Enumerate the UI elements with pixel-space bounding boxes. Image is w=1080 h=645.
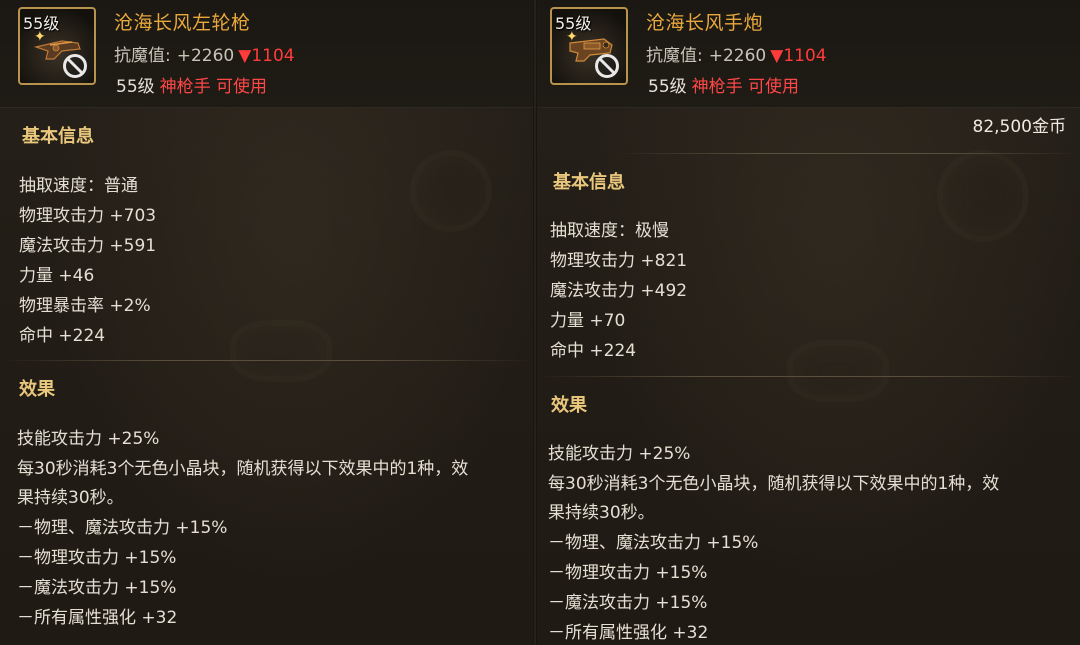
effect-line: 果持续30秒。 bbox=[548, 503, 655, 523]
stat-line: 力量 +70 bbox=[550, 311, 626, 331]
prohibited-icon bbox=[63, 54, 87, 78]
item-compare-view: ✦ 55级 沧海长风左轮枪 抗魔值: +2260 ▼1104 55级 神枪手 可使用 … bbox=[0, 0, 1080, 645]
prohibited-icon bbox=[595, 54, 619, 78]
item-icon-slot[interactable]: ✦ 55级 bbox=[18, 7, 96, 85]
effect-title: 效果 bbox=[19, 379, 55, 400]
effect-title: 效果 bbox=[551, 395, 587, 416]
stat-line: 抽取速度：极慢 bbox=[550, 221, 669, 241]
watermark-emblem bbox=[410, 150, 492, 232]
requirement-row: 55级 神枪手 可使用 bbox=[648, 72, 799, 97]
section-divider bbox=[617, 153, 1080, 154]
resist-label: 抗魔值: bbox=[114, 46, 171, 66]
watermark-emblem bbox=[937, 150, 1029, 242]
watermark-emblem bbox=[787, 340, 889, 402]
item-icon-slot[interactable]: ✦ 55级 bbox=[550, 7, 628, 85]
effect-line: 每30秒消耗3个无色小晶块，随机获得以下效果中的1种，效 bbox=[17, 459, 469, 479]
stat-line: 力量 +46 bbox=[19, 266, 95, 286]
stat-line: 抽取速度：普通 bbox=[19, 176, 138, 196]
effect-line: －所有属性强化 +32 bbox=[548, 623, 709, 643]
effect-line: 每30秒消耗3个无色小晶块，随机获得以下效果中的1种，效 bbox=[548, 474, 1000, 494]
stat-line: 物理攻击力 +821 bbox=[550, 251, 688, 271]
item-tooltip-left: ✦ 55级 沧海长风左轮枪 抗魔值: +2260 ▼1104 55级 神枪手 可使用 … bbox=[0, 0, 533, 645]
required-level: 55级 bbox=[116, 77, 155, 97]
basic-info-title: 基本信息 bbox=[22, 126, 94, 147]
effect-line: －物理、魔法攻击力 +15% bbox=[17, 518, 228, 538]
stat-line: 物理暴击率 +2% bbox=[19, 296, 151, 316]
resist-diff: ▼1104 bbox=[238, 46, 295, 66]
section-divider bbox=[0, 360, 533, 361]
resist-label: 抗魔值: bbox=[646, 46, 703, 66]
effect-line: －所有属性强化 +32 bbox=[17, 608, 178, 628]
stat-line: 命中 +224 bbox=[19, 326, 106, 346]
effect-line: －物理攻击力 +15% bbox=[548, 563, 708, 583]
stat-line: 魔法攻击力 +492 bbox=[550, 281, 688, 301]
basic-info-title: 基本信息 bbox=[553, 172, 625, 193]
stat-line: 魔法攻击力 +591 bbox=[19, 236, 157, 256]
section-divider bbox=[537, 376, 1080, 377]
watermark-emblem bbox=[230, 320, 332, 382]
item-level-badge: 55级 bbox=[555, 14, 592, 33]
effect-line: 果持续30秒。 bbox=[17, 488, 124, 508]
effect-line: －物理、魔法攻击力 +15% bbox=[548, 533, 759, 553]
resist-value: +2260 bbox=[708, 46, 767, 66]
stat-line: 物理攻击力 +703 bbox=[19, 206, 157, 226]
stat-line: 命中 +224 bbox=[550, 341, 637, 361]
item-name: 沧海长风左轮枪 bbox=[114, 12, 251, 34]
resist-diff: ▼1104 bbox=[770, 46, 827, 66]
requirement-row: 55级 神枪手 可使用 bbox=[116, 72, 267, 97]
item-level-badge: 55级 bbox=[23, 14, 60, 33]
resist-value: +2260 bbox=[176, 46, 235, 66]
item-tooltip-right: ✦ 55级 沧海长风手炮 抗魔值: +2260 ▼1104 55级 神枪手 可使用 8… bbox=[537, 0, 1080, 645]
required-level: 55级 bbox=[648, 77, 687, 97]
effect-line: 技能攻击力 +25% bbox=[17, 429, 160, 449]
resist-value-row: 抗魔值: +2260 ▼1104 bbox=[114, 41, 295, 66]
required-class: 神枪手 可使用 bbox=[159, 77, 268, 97]
required-class: 神枪手 可使用 bbox=[691, 77, 800, 97]
effect-line: 技能攻击力 +25% bbox=[548, 444, 691, 464]
item-name: 沧海长风手炮 bbox=[646, 12, 764, 34]
effect-line: －魔法攻击力 +15% bbox=[548, 593, 708, 613]
resist-value-row: 抗魔值: +2260 ▼1104 bbox=[646, 41, 827, 66]
effect-line: －物理攻击力 +15% bbox=[17, 548, 177, 568]
item-price: 82,500金币 bbox=[972, 117, 1066, 137]
effect-line: －魔法攻击力 +15% bbox=[17, 578, 177, 598]
